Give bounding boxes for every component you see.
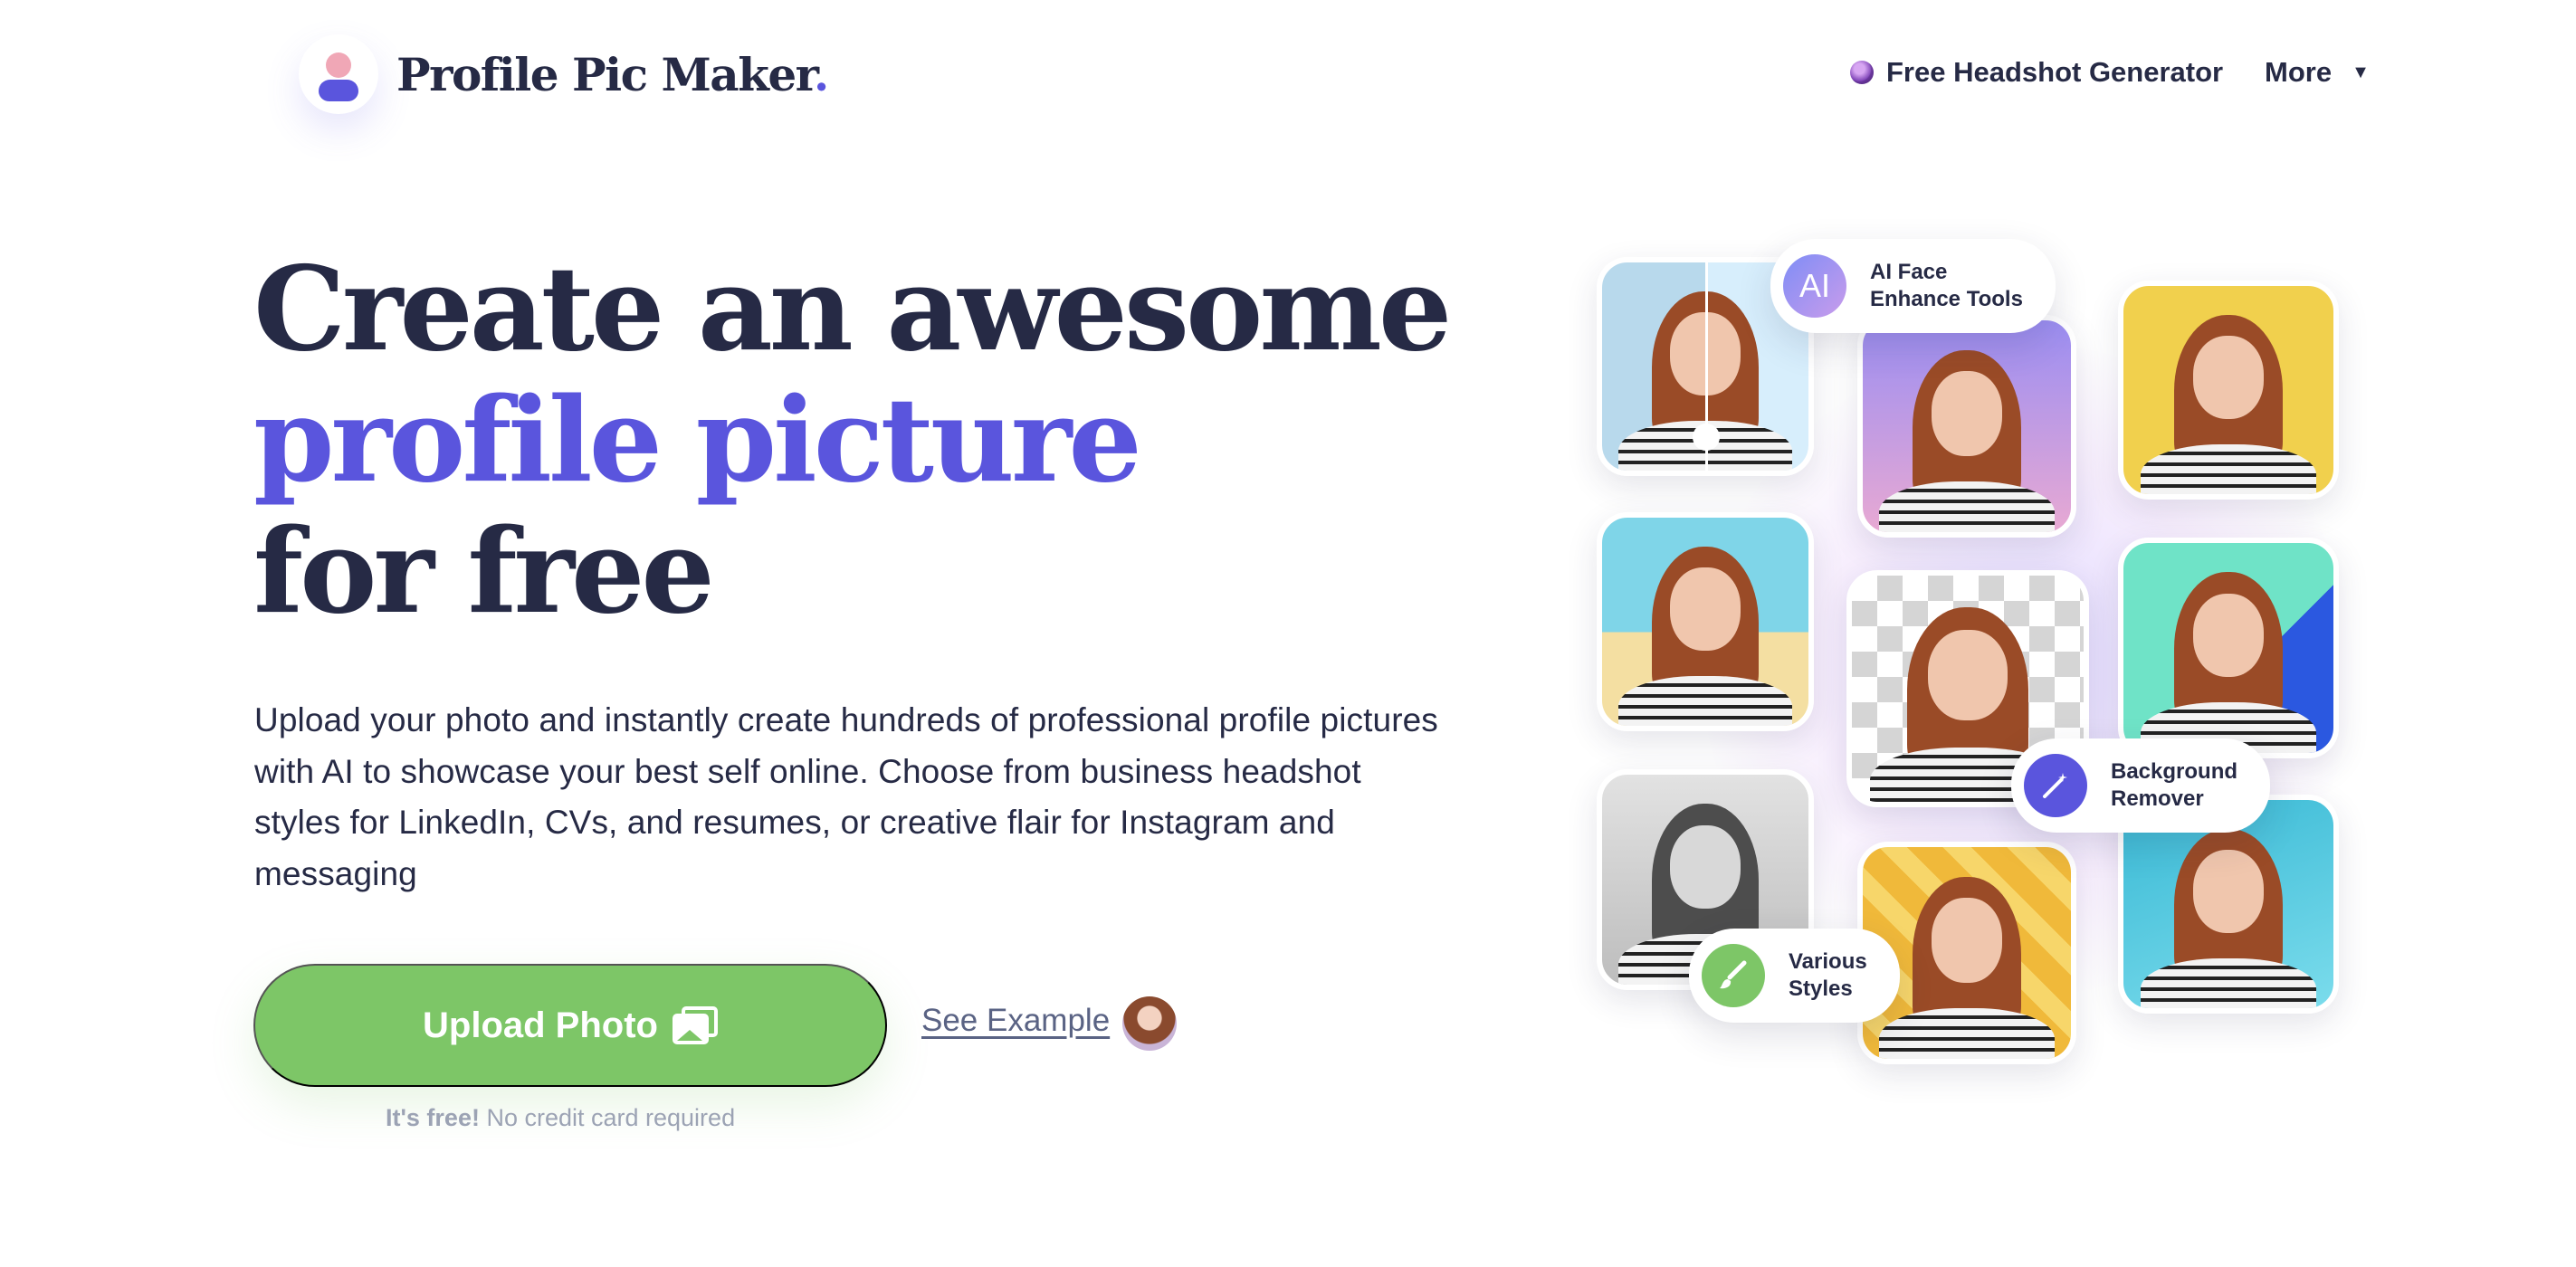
hero-description: Upload your photo and instantly create h…	[254, 701, 1438, 892]
portrait-tile	[2118, 538, 2339, 758]
example-avatar[interactable]	[1122, 996, 1177, 1051]
hero-title: Create an awesome profile picture for fr…	[253, 242, 1452, 640]
chevron-down-icon: ▼	[2352, 62, 2370, 82]
nav-more[interactable]: More ▼	[2265, 56, 2370, 89]
brand-name: Profile Pic Maker.	[396, 47, 829, 101]
globe-icon	[1850, 61, 1874, 84]
magic-wand-icon	[2024, 754, 2087, 817]
nav-free-headshot-generator[interactable]: Free Headshot Generator	[1850, 56, 2223, 89]
user-logo-icon	[299, 34, 378, 114]
brush-icon	[1702, 944, 1765, 1007]
upload-photo-button[interactable]: Upload Photo	[253, 964, 887, 1087]
site-header: Profile Pic Maker. Free Headshot Generat…	[0, 0, 2576, 145]
ai-icon: AI	[1783, 254, 1846, 318]
see-example-link[interactable]: See Example	[921, 1003, 1110, 1039]
portrait-tile	[2118, 281, 2339, 500]
brand-logo[interactable]: Profile Pic Maker.	[299, 34, 829, 114]
background-remover-chip: Background Remover	[2011, 738, 2271, 833]
free-note: It's free! No credit card required	[386, 1104, 736, 1131]
portrait-tile	[1857, 315, 2076, 538]
portrait-tile	[1597, 512, 1814, 731]
ai-face-enhance-chip: AI AI Face Enhance Tools	[1770, 239, 2056, 333]
photo-icon	[672, 1006, 718, 1044]
various-styles-chip: Various Styles	[1689, 929, 1900, 1023]
